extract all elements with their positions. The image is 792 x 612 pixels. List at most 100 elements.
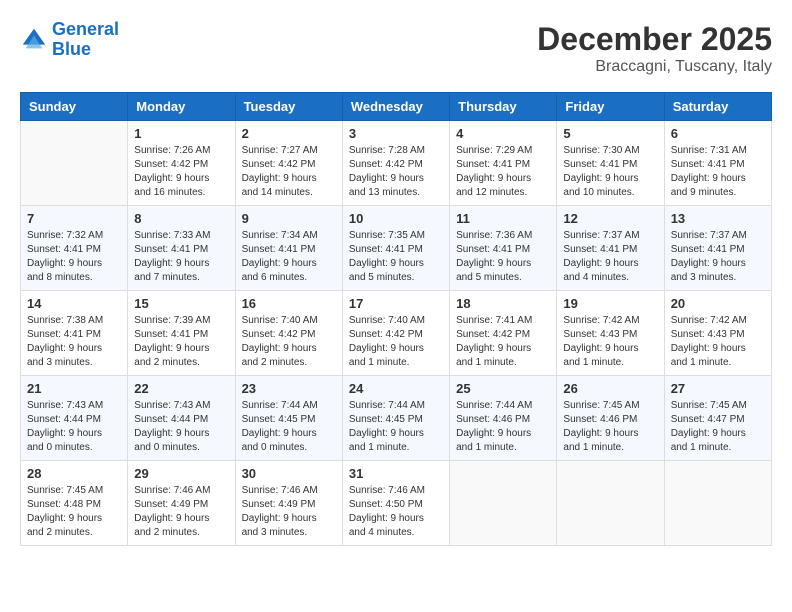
calendar-cell: 27 Sunrise: 7:45 AMSunset: 4:47 PMDayligh…	[664, 376, 771, 461]
calendar-header-row: SundayMondayTuesdayWednesdayThursdayFrid…	[21, 93, 772, 121]
calendar-cell: 7 Sunrise: 7:32 AMSunset: 4:41 PMDaylight…	[21, 206, 128, 291]
day-of-week-header: Saturday	[664, 93, 771, 121]
day-info: Sunrise: 7:35 AMSunset: 4:41 PMDaylight:…	[349, 229, 443, 285]
day-number: 27	[671, 381, 765, 396]
day-number: 1	[134, 126, 228, 141]
calendar-cell: 21 Sunrise: 7:43 AMSunset: 4:44 PMDayligh…	[21, 376, 128, 461]
day-info: Sunrise: 7:45 AMSunset: 4:46 PMDaylight:…	[563, 399, 657, 455]
day-info: Sunrise: 7:33 AMSunset: 4:41 PMDaylight:…	[134, 229, 228, 285]
calendar-cell: 20Sunrise: 7:42 AMSunset: 4:43 PMDayligh…	[664, 291, 771, 376]
day-info: Sunrise: 7:29 AMSunset: 4:41 PMDaylight:…	[456, 144, 550, 200]
day-number: 12	[563, 211, 657, 226]
logo-text: General Blue	[52, 20, 119, 60]
day-number: 20	[671, 296, 765, 311]
day-info: Sunrise: 7:39 AMSunset: 4:41 PMDaylight:…	[134, 314, 228, 370]
day-number: 5	[563, 126, 657, 141]
calendar-cell: 17 Sunrise: 7:40 AMSunset: 4:42 PMDayligh…	[342, 291, 449, 376]
day-info: Sunrise: 7:30 AMSunset: 4:41 PMDaylight:…	[563, 144, 657, 200]
day-number: 8	[134, 211, 228, 226]
calendar-cell	[21, 121, 128, 206]
title-block: December 2025 Braccagni, Tuscany, Italy	[537, 20, 772, 76]
day-info: Sunrise: 7:37 AMSunset: 4:41 PMDaylight:…	[671, 229, 765, 285]
calendar-cell: 16 Sunrise: 7:40 AMSunset: 4:42 PMDayligh…	[235, 291, 342, 376]
calendar-week-row: 7 Sunrise: 7:32 AMSunset: 4:41 PMDaylight…	[21, 206, 772, 291]
calendar-cell	[557, 461, 664, 546]
day-of-week-header: Monday	[128, 93, 235, 121]
day-of-week-header: Thursday	[450, 93, 557, 121]
calendar-cell: 4 Sunrise: 7:29 AMSunset: 4:41 PMDaylight…	[450, 121, 557, 206]
calendar-cell: 12Sunrise: 7:37 AMSunset: 4:41 PMDayligh…	[557, 206, 664, 291]
day-info: Sunrise: 7:36 AMSunset: 4:41 PMDaylight:…	[456, 229, 550, 285]
calendar-cell	[450, 461, 557, 546]
calendar-cell: 23 Sunrise: 7:44 AMSunset: 4:45 PMDayligh…	[235, 376, 342, 461]
day-info: Sunrise: 7:46 AMSunset: 4:49 PMDaylight:…	[242, 484, 336, 540]
day-number: 7	[27, 211, 121, 226]
month-title: December 2025	[537, 20, 772, 58]
day-info: Sunrise: 7:40 AMSunset: 4:42 PMDaylight:…	[349, 314, 443, 370]
calendar-week-row: 14 Sunrise: 7:38 AMSunset: 4:41 PMDayligh…	[21, 291, 772, 376]
day-number: 15	[134, 296, 228, 311]
day-info: Sunrise: 7:45 AMSunset: 4:48 PMDaylight:…	[27, 484, 121, 540]
day-info: Sunrise: 7:27 AMSunset: 4:42 PMDaylight:…	[242, 144, 336, 200]
calendar-week-row: 21 Sunrise: 7:43 AMSunset: 4:44 PMDayligh…	[21, 376, 772, 461]
day-of-week-header: Friday	[557, 93, 664, 121]
day-number: 14	[27, 296, 121, 311]
day-number: 22	[134, 381, 228, 396]
day-info: Sunrise: 7:40 AMSunset: 4:42 PMDaylight:…	[242, 314, 336, 370]
day-info: Sunrise: 7:46 AMSunset: 4:50 PMDaylight:…	[349, 484, 443, 540]
calendar-cell: 28 Sunrise: 7:45 AMSunset: 4:48 PMDayligh…	[21, 461, 128, 546]
calendar-cell: 11 Sunrise: 7:36 AMSunset: 4:41 PMDayligh…	[450, 206, 557, 291]
calendar-cell: 24Sunrise: 7:44 AMSunset: 4:45 PMDayligh…	[342, 376, 449, 461]
day-number: 18	[456, 296, 550, 311]
logo: General Blue	[20, 20, 119, 60]
day-number: 28	[27, 466, 121, 481]
day-number: 10	[349, 211, 443, 226]
day-info: Sunrise: 7:42 AMSunset: 4:43 PMDaylight:…	[563, 314, 657, 370]
calendar-cell: 2Sunrise: 7:27 AMSunset: 4:42 PMDaylight…	[235, 121, 342, 206]
day-number: 3	[349, 126, 443, 141]
calendar-cell: 5 Sunrise: 7:30 AMSunset: 4:41 PMDaylight…	[557, 121, 664, 206]
day-info: Sunrise: 7:41 AMSunset: 4:42 PMDaylight:…	[456, 314, 550, 370]
day-info: Sunrise: 7:38 AMSunset: 4:41 PMDaylight:…	[27, 314, 121, 370]
calendar-cell: 3 Sunrise: 7:28 AMSunset: 4:42 PMDaylight…	[342, 121, 449, 206]
calendar-cell: 8 Sunrise: 7:33 AMSunset: 4:41 PMDaylight…	[128, 206, 235, 291]
logo-icon	[20, 26, 48, 54]
day-number: 11	[456, 211, 550, 226]
day-number: 23	[242, 381, 336, 396]
day-info: Sunrise: 7:45 AMSunset: 4:47 PMDaylight:…	[671, 399, 765, 455]
calendar-cell: 25Sunrise: 7:44 AMSunset: 4:46 PMDayligh…	[450, 376, 557, 461]
day-info: Sunrise: 7:43 AMSunset: 4:44 PMDaylight:…	[27, 399, 121, 455]
day-number: 13	[671, 211, 765, 226]
calendar-cell: 1Sunrise: 7:26 AMSunset: 4:42 PMDaylight…	[128, 121, 235, 206]
calendar-cell: 15 Sunrise: 7:39 AMSunset: 4:41 PMDayligh…	[128, 291, 235, 376]
day-info: Sunrise: 7:43 AMSunset: 4:44 PMDaylight:…	[134, 399, 228, 455]
day-number: 16	[242, 296, 336, 311]
calendar-cell: 18 Sunrise: 7:41 AMSunset: 4:42 PMDayligh…	[450, 291, 557, 376]
day-number: 4	[456, 126, 550, 141]
day-info: Sunrise: 7:28 AMSunset: 4:42 PMDaylight:…	[349, 144, 443, 200]
day-info: Sunrise: 7:46 AMSunset: 4:49 PMDaylight:…	[134, 484, 228, 540]
day-info: Sunrise: 7:34 AMSunset: 4:41 PMDaylight:…	[242, 229, 336, 285]
day-info: Sunrise: 7:32 AMSunset: 4:41 PMDaylight:…	[27, 229, 121, 285]
calendar-table: SundayMondayTuesdayWednesdayThursdayFrid…	[20, 92, 772, 546]
day-number: 21	[27, 381, 121, 396]
day-number: 25	[456, 381, 550, 396]
calendar-cell: 30 Sunrise: 7:46 AMSunset: 4:49 PMDayligh…	[235, 461, 342, 546]
calendar-week-row: 28 Sunrise: 7:45 AMSunset: 4:48 PMDayligh…	[21, 461, 772, 546]
day-number: 30	[242, 466, 336, 481]
day-number: 29	[134, 466, 228, 481]
logo-general: General	[52, 19, 119, 39]
day-number: 9	[242, 211, 336, 226]
calendar-cell: 10 Sunrise: 7:35 AMSunset: 4:41 PMDayligh…	[342, 206, 449, 291]
calendar-cell: 22 Sunrise: 7:43 AMSunset: 4:44 PMDayligh…	[128, 376, 235, 461]
calendar-cell: 14 Sunrise: 7:38 AMSunset: 4:41 PMDayligh…	[21, 291, 128, 376]
day-info: Sunrise: 7:44 AMSunset: 4:45 PMDaylight:…	[242, 399, 336, 455]
page-header: General Blue December 2025 Braccagni, Tu…	[20, 20, 772, 76]
day-number: 6	[671, 126, 765, 141]
day-number: 19	[563, 296, 657, 311]
calendar-cell: 19 Sunrise: 7:42 AMSunset: 4:43 PMDayligh…	[557, 291, 664, 376]
calendar-cell: 13 Sunrise: 7:37 AMSunset: 4:41 PMDayligh…	[664, 206, 771, 291]
day-number: 17	[349, 296, 443, 311]
day-of-week-header: Tuesday	[235, 93, 342, 121]
calendar-cell: 9 Sunrise: 7:34 AMSunset: 4:41 PMDaylight…	[235, 206, 342, 291]
